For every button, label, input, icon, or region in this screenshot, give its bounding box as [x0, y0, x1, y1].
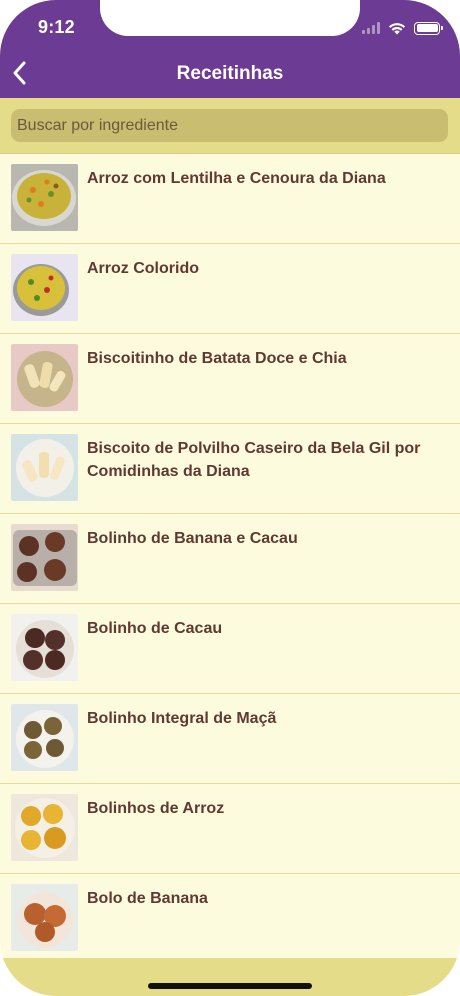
recipe-row[interactable]: Bolinho de Cacau	[0, 604, 460, 694]
recipe-thumbnail	[11, 884, 78, 951]
status-icons	[362, 18, 443, 38]
recipe-title: Biscoitinho de Batata Doce e Chia	[87, 350, 347, 367]
recipe-row[interactable]: Biscoito de Polvilho Caseiro da Bela Gil…	[0, 424, 460, 514]
search-input[interactable]	[11, 109, 448, 142]
recipe-title: Bolinho Integral de Maçã	[87, 710, 277, 727]
recipe-thumbnail	[11, 164, 78, 231]
app-screen: 9:12 Receitinhas Buscar por ingrediente …	[0, 0, 460, 996]
navigation-bar: 9:12 Receitinhas	[0, 0, 460, 98]
recipe-title: Biscoito de Polvilho Caseiro da Bela Gil…	[87, 440, 421, 480]
recipe-thumbnail	[11, 524, 78, 591]
recipe-title: Arroz com Lentilha e Cenoura da Diana	[87, 170, 386, 187]
recipe-title: Arroz Colorido	[87, 260, 199, 277]
search-bar	[0, 98, 460, 154]
status-time: 9:12	[38, 17, 75, 37]
recipe-row[interactable]: Bolo de Banana	[0, 874, 460, 964]
recipe-row[interactable]: Bolinho de Banana e Cacau	[0, 514, 460, 604]
device-notch	[100, 0, 360, 36]
recipe-list: Arroz com Lentilha e Cenoura da Diana Ar…	[0, 154, 460, 964]
recipe-thumbnail	[11, 794, 78, 861]
recipe-title: Bolo de Banana	[87, 890, 208, 907]
recipe-title: Bolinho de Banana e Cacau	[87, 530, 298, 547]
recipe-thumbnail	[11, 704, 78, 771]
wifi-icon	[388, 22, 406, 34]
home-indicator[interactable]	[148, 983, 312, 989]
page-title: Receitinhas	[176, 63, 284, 84]
recipe-title: Bolinho de Cacau	[87, 620, 223, 637]
recipe-thumbnail	[11, 344, 78, 411]
home-indicator-area	[0, 958, 460, 996]
recipe-row[interactable]: Arroz com Lentilha e Cenoura da Diana	[0, 154, 460, 244]
recipe-row[interactable]: Bolinhos de Arroz	[0, 784, 460, 874]
recipe-thumbnail	[11, 614, 78, 681]
cellular-signal-icon	[362, 22, 380, 34]
recipe-row[interactable]: Bolinho Integral de Maçã	[0, 694, 460, 784]
recipe-title: Bolinhos de Arroz	[87, 800, 225, 817]
recipe-row[interactable]: Biscoitinho de Batata Doce e Chia	[0, 334, 460, 424]
battery-icon	[414, 21, 443, 35]
recipe-row[interactable]: Arroz Colorido	[0, 244, 460, 334]
recipe-thumbnail	[11, 254, 78, 321]
recipe-thumbnail	[11, 434, 78, 501]
